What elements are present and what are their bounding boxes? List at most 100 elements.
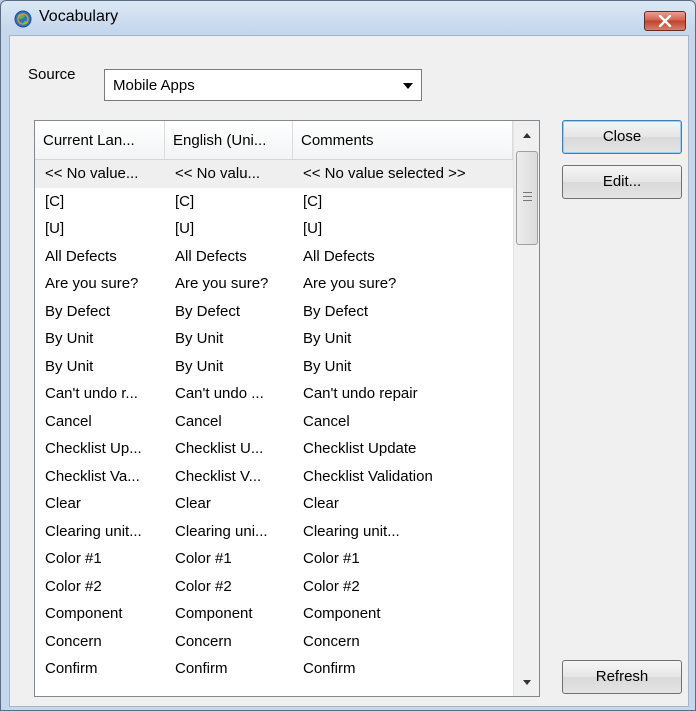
cell-english: [C] [175,192,195,210]
grip-line [523,192,532,193]
refresh-button[interactable]: Refresh [562,660,682,694]
scroll-down-button[interactable] [514,668,539,696]
cell-english: Color #1 [175,550,232,567]
cell-current-language: Concern [45,632,102,650]
column-header-comments[interactable]: Comments [293,121,513,159]
source-dropdown[interactable]: Mobile Apps [104,69,422,101]
cell-english: Can't undo ... [175,385,264,402]
cell-current-language: Cancel [45,412,92,430]
cell-english: Clearing uni... [175,522,268,540]
cell-comments: Concern [303,632,360,650]
cell-comments: [C] [303,192,323,210]
table-row[interactable]: Confirm Confirm Confirm [35,655,513,683]
title-bar[interactable]: Vocabulary [1,1,695,35]
table-row[interactable]: [C] [C] [C] [35,188,513,216]
app-globe-icon [14,10,32,28]
table-row[interactable]: Checklist Va... Checklist V... Checklist V… [35,463,513,491]
cell-current-language: Checklist Va... [45,467,140,485]
vocabulary-table[interactable]: Current Lan... English (Uni... Comments … [34,120,540,697]
cell-comments: Can't undo repair [303,385,418,402]
cell-comments: [U] [303,220,323,237]
cell-comments: Color #1 [303,550,360,567]
cell-comments: By Unit [303,330,352,347]
column-header-english[interactable]: English (Uni... [165,121,293,159]
scroll-thumb[interactable] [516,151,538,245]
cell-comments: Clearing unit... [303,522,400,540]
cell-comments: By Defect [303,302,369,320]
cell-comments: Are you sure? [303,275,397,292]
source-label: Source [28,66,76,83]
cell-current-language: Confirm [45,660,98,677]
grip-line [523,200,532,201]
cell-english: All Defects [175,247,247,265]
table-row[interactable]: By Unit By Unit By Unit [35,353,513,381]
cell-current-language: Color #2 [45,577,102,595]
table-body: << No value... << No valu... << No value s… [35,160,513,683]
cell-current-language: Clear [45,495,81,512]
cell-comments: Confirm [303,660,356,677]
close-window-button[interactable] [644,11,686,31]
table-header: Current Lan... English (Uni... Comments [35,121,513,160]
cell-current-language: By Unit [45,357,94,375]
cell-english: By Defect [175,302,241,320]
cell-current-language: Checklist Up... [45,440,142,457]
cell-english: Cancel [175,412,222,430]
vertical-scrollbar[interactable] [513,121,539,696]
cell-english: By Unit [175,330,224,347]
table-row[interactable]: Concern Concern Concern [35,628,513,656]
table-row[interactable]: Cancel Cancel Cancel [35,408,513,436]
table-row[interactable]: Can't undo r... Can't undo ... Can't undo … [35,380,513,408]
table-row[interactable]: By Unit By Unit By Unit [35,325,513,353]
table-row[interactable]: Component Component Component [35,600,513,628]
cell-english: [U] [175,220,195,237]
cell-comments: Component [303,605,381,622]
cell-current-language: [U] [45,220,65,237]
cell-english: << No valu... [175,165,261,182]
cell-comments: By Unit [303,357,352,375]
cell-current-language: Color #1 [45,550,102,567]
chevron-down-icon [403,83,413,89]
cell-comments: << No value selected >> [303,165,466,182]
cell-current-language: [C] [45,192,65,210]
cell-english: By Unit [175,357,224,375]
cell-comments: Cancel [303,412,350,430]
table-row[interactable]: Color #1 Color #1 Color #1 [35,545,513,573]
edit-button[interactable]: Edit... [562,165,682,199]
cell-current-language: Component [45,605,123,622]
cell-current-language: By Defect [45,302,111,320]
cell-english: Confirm [175,660,228,677]
cell-english: Clear [175,495,211,512]
close-button[interactable]: Close [562,120,682,154]
table-row[interactable]: Clearing unit... Clearing uni... Clearing … [35,518,513,546]
cell-english: Color #2 [175,577,232,595]
scroll-up-button[interactable] [514,121,539,149]
source-selected-value: Mobile Apps [113,77,195,94]
cell-current-language: By Unit [45,330,94,347]
cell-current-language: All Defects [45,247,117,265]
cell-comments: Clear [303,495,339,512]
table-row[interactable]: Are you sure? Are you sure? Are you sure? [35,270,513,298]
window-title: Vocabulary [39,8,119,25]
cell-current-language: Are you sure? [45,275,139,292]
arrow-up-icon [523,133,531,138]
column-header-current-language[interactable]: Current Lan... [35,121,165,159]
cell-english: Checklist V... [175,467,262,485]
table-row[interactable]: Checklist Up... Checklist U... Checklist U… [35,435,513,463]
close-icon [658,15,672,27]
cell-english: Checklist U... [175,440,264,457]
table-row[interactable]: [U] [U] [U] [35,215,513,243]
cell-english: Component [175,605,253,622]
cell-comments: All Defects [303,247,375,265]
table-row[interactable]: Color #2 Color #2 Color #2 [35,573,513,601]
cell-comments: Checklist Validation [303,467,433,485]
grip-line [523,196,532,197]
arrow-down-icon [523,680,531,685]
table-row[interactable]: Clear Clear Clear [35,490,513,518]
cell-english: Are you sure? [175,275,269,292]
cell-current-language: Can't undo r... [45,385,138,402]
table-row[interactable]: By Defect By Defect By Defect [35,298,513,326]
cell-english: Concern [175,632,232,650]
table-row[interactable]: All Defects All Defects All Defects [35,243,513,271]
cell-comments: Color #2 [303,577,360,595]
table-row[interactable]: << No value... << No valu... << No value s… [35,160,513,188]
